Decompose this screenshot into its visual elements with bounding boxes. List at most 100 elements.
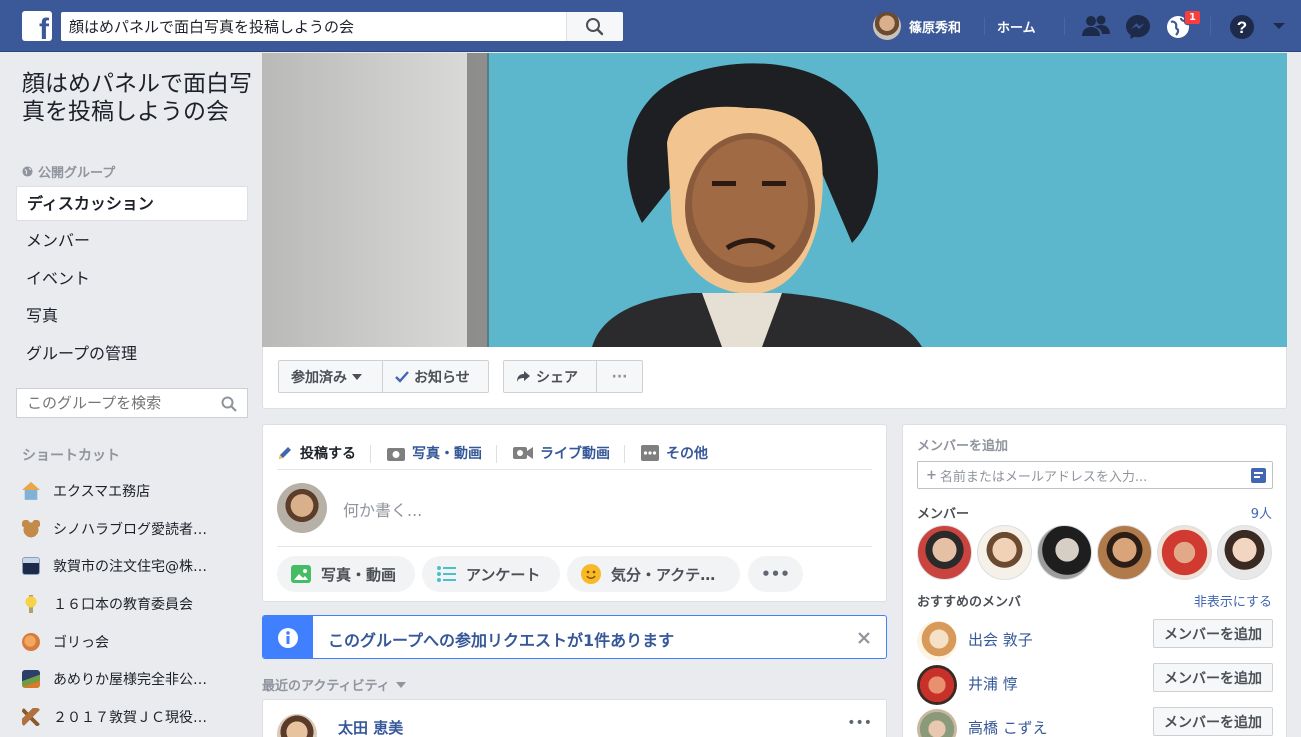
feed-post: 太田 恵美 ••• <box>262 699 887 737</box>
nav-item-members[interactable]: メンバー <box>16 223 248 261</box>
member-avatar[interactable] <box>1157 525 1212 580</box>
search-icon <box>586 18 604 36</box>
list-icon <box>437 566 456 582</box>
share-button[interactable]: シェア <box>503 360 597 393</box>
messenger-icon[interactable] <box>1125 14 1151 40</box>
search-button[interactable] <box>566 12 623 41</box>
pill-label: 気分・アクテ… <box>611 565 716 584</box>
members-title[interactable]: メンバー <box>917 503 969 522</box>
add-member-button[interactable]: メンバーを追加 <box>1153 663 1273 692</box>
shortcut-item[interactable]: ２０１７敦賀ＪＣ現役… <box>22 698 247 736</box>
shortcuts-list: エクスマエ務店 シノハラブログ愛読者… 敦賀市の注文住宅@株… １６口本の教育委… <box>22 472 247 736</box>
shortcut-item[interactable]: 敦賀市の注文住宅@株… <box>22 547 247 585</box>
hide-suggestions-link[interactable]: 非表示にする <box>1194 591 1272 610</box>
camera-icon <box>387 447 405 461</box>
feeling-activity-pill[interactable]: 気分・アクテ… <box>567 556 740 592</box>
more-dots-icon <box>641 445 659 461</box>
member-avatar[interactable] <box>977 525 1032 580</box>
post-composer: 投稿する 写真・動画 ライブ動画 その他 何か書く... 写真・動画 アンケート… <box>262 424 887 602</box>
members-count-link[interactable]: 9人 <box>1251 503 1272 522</box>
join-request-notice[interactable]: このグループへの参加リクエストが1件あります <box>262 615 887 659</box>
suggested-member-row: 井浦 惇 メンバーを追加 <box>917 661 1273 705</box>
nav-item-events[interactable]: イベント <box>16 261 248 299</box>
nav-item-manage-group[interactable]: グループの管理 <box>16 336 248 374</box>
shortcut-label: あめりか屋様完全非公… <box>53 672 207 689</box>
more-options-label: ··· <box>611 368 628 385</box>
suggested-member-name[interactable]: 出会 敦子 <box>968 629 1033 650</box>
avatar <box>277 483 327 533</box>
shortcut-label: １６口本の教育委員会 <box>53 596 193 613</box>
share-label: シェア <box>536 369 578 386</box>
facebook-logo-icon[interactable]: f <box>22 11 52 41</box>
person-photo-icon <box>22 557 40 576</box>
suggested-members-title: おすすめのメンバ <box>917 595 1022 610</box>
avatar[interactable] <box>917 665 957 705</box>
chevron-down-icon <box>395 681 406 688</box>
post-options-button[interactable]: ••• <box>847 715 872 731</box>
tab-other[interactable]: その他 <box>641 443 723 463</box>
divider <box>277 469 872 470</box>
add-member-placeholder: 名前またはメールアドレスを入力... <box>939 469 1148 485</box>
account-menu-chevron-down-icon[interactable] <box>1272 22 1286 30</box>
avatar[interactable] <box>277 714 317 737</box>
address-book-icon[interactable] <box>1251 468 1266 483</box>
shortcuts-heading: ショートカット <box>22 448 120 464</box>
group-search-input[interactable] <box>17 389 207 417</box>
shortcut-label: ゴリっ会 <box>53 634 109 651</box>
plus-icon: + <box>926 467 937 483</box>
avatar[interactable] <box>917 709 957 737</box>
shortcut-item[interactable]: シノハラブログ愛読者… <box>22 510 247 548</box>
shortcut-item[interactable]: エクスマエ務店 <box>22 472 247 510</box>
member-avatar[interactable] <box>917 525 972 580</box>
shortcut-item[interactable]: １６口本の教育委員会 <box>22 585 247 623</box>
notifications-button[interactable]: お知らせ <box>382 360 489 393</box>
home-link[interactable]: ホーム <box>997 17 1036 36</box>
tab-photo-video[interactable]: 写真・動画 <box>387 443 497 463</box>
more-options-button[interactable]: ··· <box>596 360 643 393</box>
tab-label: 写真・動画 <box>412 446 482 462</box>
profile-link[interactable]: 篠原秀和 <box>873 12 961 40</box>
chevron-down-icon <box>352 373 362 380</box>
avatar[interactable] <box>917 621 957 661</box>
members-sidebar: メンバーを追加 + 名前またはメールアドレスを入力... メンバー 9人 おすす… <box>902 424 1287 737</box>
composer-input[interactable]: 何か書く... <box>343 497 422 521</box>
avatar <box>873 12 901 40</box>
group-title[interactable]: 顔はめパネルで面白写真を投稿しようの会 <box>22 70 252 126</box>
shortcut-item[interactable]: ゴリっ会 <box>22 623 247 661</box>
smiley-icon <box>581 564 601 584</box>
member-avatar[interactable] <box>1217 525 1272 580</box>
post-author[interactable]: 太田 恵美 <box>338 717 403 737</box>
tab-live-video[interactable]: ライブ動画 <box>513 443 625 463</box>
joined-button[interactable]: 参加済み <box>278 360 383 393</box>
cover-photo[interactable] <box>262 53 1287 347</box>
group-navigation: ディスカッション メンバー イベント 写真 グループの管理 <box>16 186 248 373</box>
friend-requests-icon[interactable] <box>1081 14 1111 38</box>
search-input[interactable] <box>61 12 566 41</box>
joined-label: 参加済み <box>291 369 347 386</box>
nav-item-photos[interactable]: 写真 <box>16 298 248 336</box>
search-icon[interactable] <box>221 396 237 412</box>
composer-tabs: 投稿する 写真・動画 ライブ動画 その他 <box>277 435 739 471</box>
more-pill[interactable]: ••• <box>748 556 803 592</box>
help-icon[interactable]: ? <box>1229 14 1255 40</box>
info-icon <box>278 628 298 648</box>
more-label: ••• <box>761 565 790 583</box>
photo-video-pill[interactable]: 写真・動画 <box>277 556 415 592</box>
suggested-member-name[interactable]: 井浦 惇 <box>968 673 1018 694</box>
tab-label: その他 <box>666 446 708 462</box>
close-icon[interactable] <box>858 632 870 644</box>
suggested-member-row: 高橋 こずえ メンバーを追加 <box>917 705 1273 737</box>
tab-write-post[interactable]: 投稿する <box>277 443 371 463</box>
member-avatar[interactable] <box>1097 525 1152 580</box>
add-member-button[interactable]: メンバーを追加 <box>1153 619 1273 648</box>
notice-text[interactable]: このグループへの参加リクエストが1件あります <box>328 627 674 651</box>
nav-item-discussion[interactable]: ディスカッション <box>16 186 248 221</box>
member-avatar[interactable] <box>1037 525 1092 580</box>
shortcut-item[interactable]: あめりか屋様完全非公… <box>22 660 247 698</box>
add-member-button[interactable]: メンバーを追加 <box>1153 707 1273 736</box>
recent-activity-sort[interactable]: 最近のアクティビティ <box>262 675 406 694</box>
suggested-member-name[interactable]: 高橋 こずえ <box>968 717 1047 737</box>
divider <box>1210 17 1211 35</box>
poll-pill[interactable]: アンケート <box>422 556 560 592</box>
add-member-input[interactable]: + 名前またはメールアドレスを入力... <box>917 461 1273 489</box>
